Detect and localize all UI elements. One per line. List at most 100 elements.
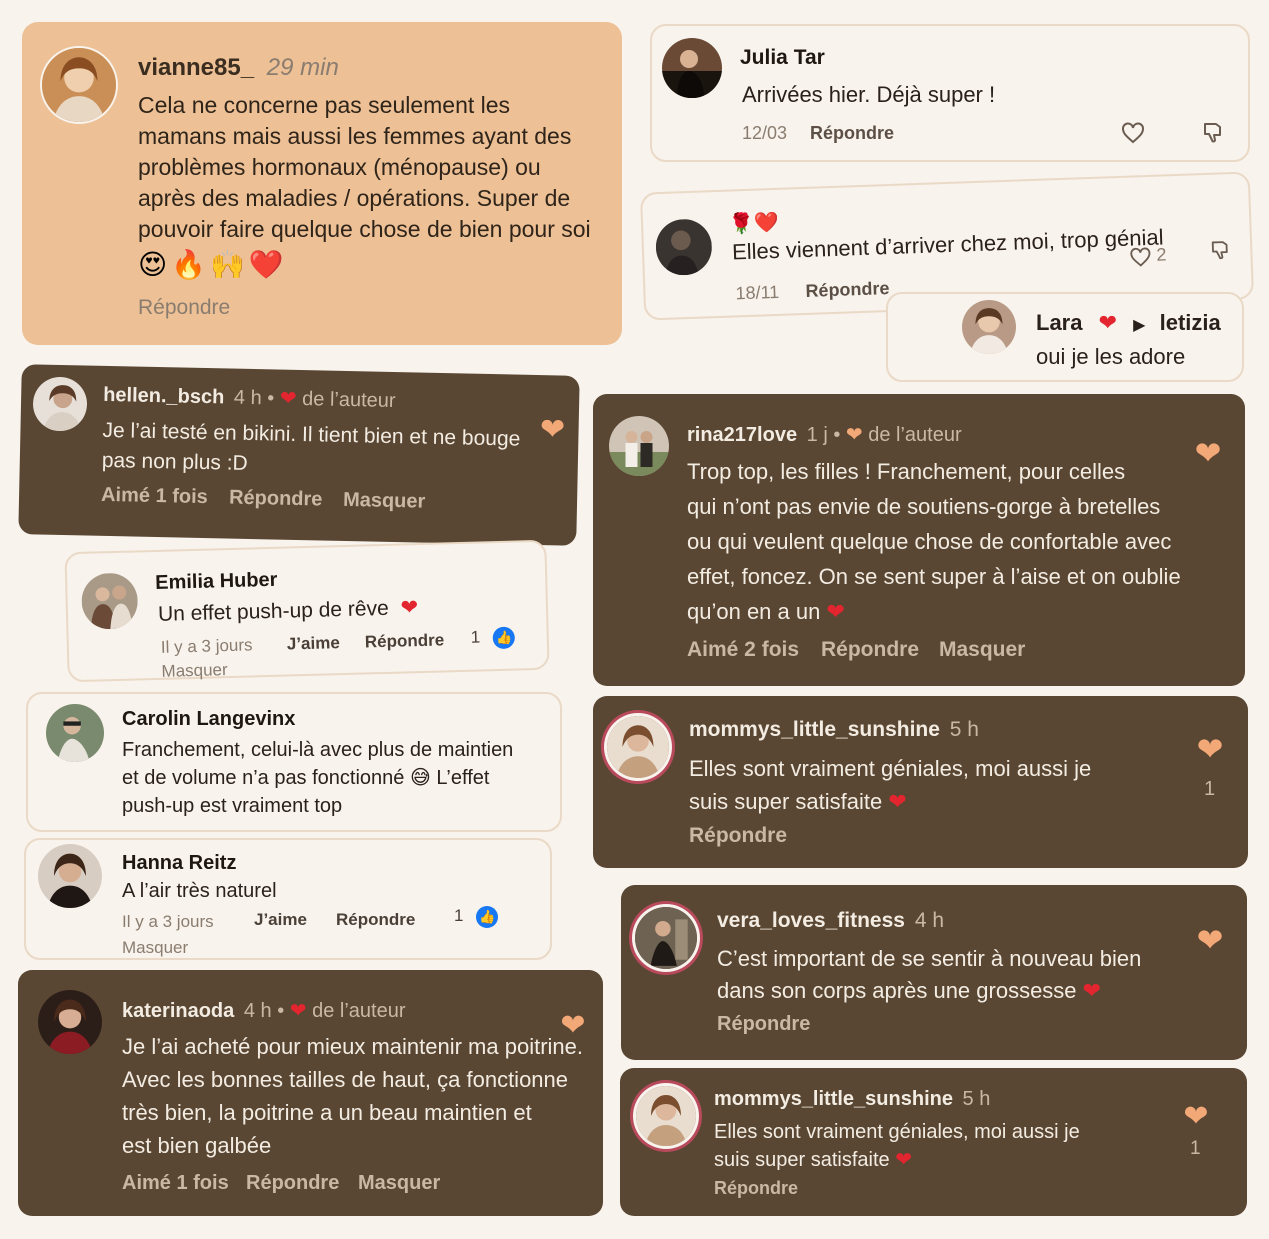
red-heart-icon: ❤: [1098, 310, 1118, 335]
red-heart-icon: ❤: [289, 1000, 307, 1022]
like-count: 2: [1156, 244, 1167, 265]
like-button[interactable]: J’aime: [287, 633, 340, 654]
comment-card: vera_loves_fitness 4 h C’est important d…: [621, 885, 1247, 1060]
comment-card: katerinaoda 4 h • ❤ de l’auteur Je l’ai …: [18, 970, 603, 1216]
red-heart-icon: ❤: [1082, 978, 1102, 1003]
red-heart-icon: ❤: [888, 789, 907, 814]
comment-card: Hanna Reitz A l’air très naturel Il y a …: [24, 838, 552, 960]
reply-button[interactable]: Répondre: [810, 123, 894, 144]
heart-icon[interactable]: ❤: [1191, 435, 1225, 471]
heart-icon[interactable]: ❤: [536, 413, 569, 447]
comment-text: C’est important de se sentir à nouveau b…: [717, 946, 1142, 1003]
reply-button[interactable]: Répondre: [246, 1172, 339, 1195]
date: 12/03: [742, 123, 788, 143]
reply-button[interactable]: Répondre: [689, 824, 787, 848]
comment-card: Emilia Huber Un effet push-up de rêve ❤ …: [64, 539, 550, 683]
comment-card: Julia Tar Arrivées hier. Déjà super ! 12…: [650, 24, 1250, 162]
username[interactable]: Lara: [1036, 310, 1082, 335]
reply-button[interactable]: Répondre: [805, 278, 890, 302]
author-tag: de l’auteur: [301, 388, 396, 413]
hide-button[interactable]: Masquer: [122, 938, 188, 958]
avatar[interactable]: [46, 704, 104, 762]
liked-count: Aimé 1 fois: [100, 483, 209, 509]
hide-button[interactable]: Masquer: [939, 638, 1025, 662]
timestamp: 5 h: [949, 718, 979, 741]
comment-card: mommys_little_sunshine 5 h Elles sont vr…: [593, 696, 1248, 868]
avatar[interactable]: [609, 416, 669, 476]
comment-text: Elles viennent d’arriver chez moi, trop …: [731, 224, 1164, 265]
author-tag: de l’auteur: [312, 1000, 406, 1022]
avatar[interactable]: [635, 907, 697, 969]
comment-text: Elles sont vraiment géniales, moi aussi …: [689, 756, 1092, 814]
liked-count: Aimé 1 fois: [122, 1172, 229, 1194]
comment-text: Elles sont vraiment géniales, moi aussi …: [714, 1121, 1080, 1171]
username[interactable]: mommys_little_sunshine: [689, 718, 940, 741]
heart-icon[interactable]: ❤: [556, 1008, 590, 1042]
comment-card: Carolin Langevinx Franchement, celui-là …: [26, 692, 562, 832]
like-button[interactable]: J’aime: [254, 910, 307, 930]
reply-button[interactable]: Répondre: [229, 487, 323, 512]
emoji: 😅: [409, 767, 431, 789]
timestamp: Il y a 3 jours: [122, 912, 214, 931]
avatar[interactable]: [636, 1086, 696, 1146]
hide-button[interactable]: Masquer: [161, 660, 228, 682]
thumbs-down-icon[interactable]: [1206, 236, 1235, 265]
username[interactable]: Emilia Huber: [155, 569, 278, 595]
comment-text: Je l’ai testé en bikini. Il tient bien e…: [101, 418, 521, 475]
heart-icon[interactable]: [1126, 243, 1155, 272]
comment-text: Je l’ai acheté pour mieux maintenir ma p…: [122, 1034, 584, 1158]
play-arrow-icon: ▶: [1133, 317, 1146, 334]
avatar[interactable]: [38, 990, 102, 1054]
reply-button[interactable]: Répondre: [714, 1178, 798, 1199]
username[interactable]: Julia Tar: [740, 46, 825, 70]
username[interactable]: katerinaoda: [122, 1000, 234, 1022]
hide-button[interactable]: Masquer: [358, 1172, 440, 1195]
username[interactable]: Hanna Reitz: [122, 852, 236, 875]
thumbs-down-icon[interactable]: [1198, 118, 1228, 148]
avatar[interactable]: [40, 46, 118, 124]
like-count: 1: [1190, 1138, 1201, 1159]
thumbs-up-badge-icon: 👍: [476, 906, 499, 928]
like-count: 1: [470, 627, 481, 647]
username[interactable]: vianne85_: [138, 54, 254, 81]
avatar[interactable]: [32, 376, 88, 432]
avatar[interactable]: [662, 38, 722, 98]
username[interactable]: mommys_little_sunshine: [714, 1088, 953, 1110]
avatar[interactable]: [654, 218, 713, 277]
username[interactable]: rina217love: [687, 424, 797, 446]
username[interactable]: hellen._bsch: [103, 384, 225, 409]
heart-icon[interactable]: ❤: [1180, 1100, 1212, 1133]
heart-icon[interactable]: ❤: [1193, 922, 1227, 958]
hide-button[interactable]: Masquer: [343, 489, 426, 514]
avatar[interactable]: [962, 300, 1016, 354]
reply-button[interactable]: Répondre: [717, 1013, 810, 1036]
comment-card: hellen._bsch 4 h • ❤ de l’auteur Je l’ai…: [18, 364, 580, 546]
reply-button[interactable]: Répondre: [138, 296, 230, 320]
comment-text: Cela ne concerne pas seulement les maman…: [138, 92, 591, 242]
heart-icon[interactable]: ❤: [1193, 731, 1227, 767]
heart-icon[interactable]: [1118, 118, 1148, 148]
timestamp: 1 j: [806, 424, 828, 446]
username[interactable]: Carolin Langevinx: [122, 708, 295, 731]
red-heart-icon: ❤: [279, 387, 297, 410]
red-heart-icon: ❤: [400, 596, 419, 620]
emoji-row: 🌹❤️: [728, 211, 780, 236]
timestamp: Il y a 3 jours: [160, 635, 253, 657]
comment-card: Lara ❤ ▶ letizia oui je les adore: [886, 292, 1244, 382]
like-count: 1: [454, 906, 464, 925]
reply-button[interactable]: Répondre: [821, 638, 919, 662]
date: 18/11: [735, 281, 780, 304]
liked-count: Aimé 2 fois: [687, 638, 800, 661]
reply-button[interactable]: Répondre: [336, 910, 415, 930]
avatar[interactable]: [38, 844, 102, 908]
timestamp: 4 h: [914, 909, 945, 932]
avatar[interactable]: [607, 716, 669, 778]
comment-text: Arrivées hier. Déjà super !: [742, 82, 996, 107]
username[interactable]: vera_loves_fitness: [717, 909, 905, 932]
avatar[interactable]: [80, 572, 139, 630]
reply-to-user[interactable]: letizia: [1160, 310, 1221, 335]
reply-button[interactable]: Répondre: [365, 630, 445, 652]
comment-text: Un effet push-up de rêve: [157, 596, 390, 626]
emoji-row: 😍🔥🙌❤️: [138, 249, 288, 280]
comment-text: Franchement, celui-là avec plus de maint…: [122, 739, 514, 817]
